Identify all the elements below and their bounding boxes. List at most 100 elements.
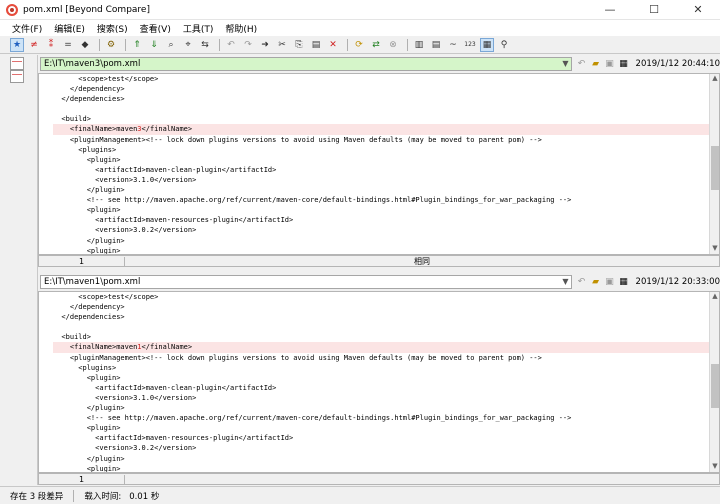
code-line[interactable]: [53, 322, 709, 332]
prev-diff-icon[interactable]: ⇓: [147, 38, 161, 52]
folder-icon[interactable]: ▰: [590, 276, 602, 288]
paste-icon[interactable]: ▤: [309, 38, 323, 52]
first-diff-icon[interactable]: ⇑: [130, 38, 144, 52]
code-line[interactable]: <!-- see http://maven.apache.org/ref/cur…: [53, 195, 709, 205]
bottom-editor[interactable]: <scope>test</scope> </dependency> </depe…: [38, 291, 720, 473]
menu-help[interactable]: 帮助(H): [225, 22, 257, 35]
code-line[interactable]: <pluginManagement><!-- lock down plugins…: [53, 135, 709, 145]
undo-icon[interactable]: ↶: [224, 38, 238, 52]
calendar-icon[interactable]: ▦: [618, 276, 630, 288]
code-line[interactable]: <plugin>: [53, 373, 709, 383]
close-button[interactable]: ✕: [676, 0, 720, 20]
code-line[interactable]: <artifactId>maven-clean-plugin</artifact…: [53, 383, 709, 393]
history-icon[interactable]: ↶: [576, 58, 588, 70]
code-line[interactable]: <artifactId>maven-resources-plugin</arti…: [53, 433, 709, 443]
show-same-icon[interactable]: ⁑: [44, 38, 58, 52]
binoculars-icon[interactable]: ⌕: [164, 38, 178, 52]
bottom-scroll-thumb[interactable]: [711, 364, 719, 408]
copy-icon[interactable]: ⎘: [292, 38, 306, 52]
top-vertical-scrollbar[interactable]: ▲ ▼: [709, 74, 719, 254]
over-under-icon[interactable]: ▤: [429, 38, 443, 52]
thumbnail-strip[interactable]: [0, 55, 38, 485]
folder-icon[interactable]: ▰: [590, 58, 602, 70]
code-line[interactable]: </plugin>: [53, 403, 709, 413]
menu-search[interactable]: 搜索(S): [97, 22, 128, 35]
line-numbers-icon[interactable]: 123: [463, 38, 477, 52]
code-line[interactable]: <version>3.1.0</version>: [53, 175, 709, 185]
code-line[interactable]: <plugin>: [53, 155, 709, 165]
history-icon[interactable]: ↶: [576, 276, 588, 288]
code-line[interactable]: </dependencies>: [53, 94, 709, 104]
top-editor[interactable]: <scope>test</scope> </dependency> </depe…: [38, 73, 720, 255]
code-line[interactable]: </plugin>: [53, 236, 709, 246]
scroll-up-icon[interactable]: ▲: [710, 74, 719, 84]
top-code-area[interactable]: <scope>test</scope> </dependency> </depe…: [53, 74, 709, 254]
cut-icon[interactable]: ✂: [275, 38, 289, 52]
top-path-field[interactable]: E:\IT\maven3\pom.xml ▼: [40, 57, 572, 71]
code-line[interactable]: <version>3.0.2</version>: [53, 443, 709, 453]
view-mode-icon[interactable]: ▦: [480, 37, 494, 52]
bottom-thumbnail[interactable]: [10, 70, 24, 83]
ignore-icon[interactable]: ◆: [78, 38, 92, 52]
rules-icon[interactable]: ⚙: [104, 38, 118, 52]
calendar-icon[interactable]: ▦: [618, 58, 630, 70]
code-line[interactable]: <plugins>: [53, 363, 709, 373]
code-line[interactable]: <version>3.1.0</version>: [53, 393, 709, 403]
menu-view[interactable]: 查看(V): [140, 22, 171, 35]
code-line[interactable]: <plugin>: [53, 246, 709, 254]
code-line[interactable]: </dependency>: [53, 84, 709, 94]
top-thumbnail[interactable]: [10, 57, 24, 70]
code-line[interactable]: <!-- see http://maven.apache.org/ref/cur…: [53, 413, 709, 423]
code-line[interactable]: <finalName>maven1</finalName>: [53, 342, 709, 353]
show-diffs-icon[interactable]: ≠: [27, 38, 41, 52]
delete-icon[interactable]: ✕: [326, 38, 340, 52]
context-icon[interactable]: =: [61, 38, 75, 52]
menu-edit[interactable]: 编辑(E): [54, 22, 85, 35]
code-line[interactable]: <plugin>: [53, 464, 709, 472]
code-line[interactable]: <plugin>: [53, 205, 709, 215]
maximize-button[interactable]: ☐: [632, 0, 676, 20]
find-next-icon[interactable]: ⌖: [181, 38, 195, 52]
minimize-button[interactable]: —: [588, 0, 632, 20]
code-line[interactable]: <pluginManagement><!-- lock down plugins…: [53, 353, 709, 363]
scroll-down-icon[interactable]: ▼: [710, 462, 719, 472]
code-line[interactable]: <plugins>: [53, 145, 709, 155]
chevron-down-icon[interactable]: ▼: [562, 59, 568, 68]
side-by-side-icon[interactable]: ▥: [412, 38, 426, 52]
show-all-icon[interactable]: ★: [10, 37, 24, 52]
code-line[interactable]: </dependencies>: [53, 312, 709, 322]
scroll-up-icon[interactable]: ▲: [710, 292, 719, 302]
copy-to-right-icon[interactable]: ➜: [258, 38, 272, 52]
scroll-down-icon[interactable]: ▼: [710, 244, 719, 254]
code-line[interactable]: <plugin>: [53, 423, 709, 433]
code-line[interactable]: <version>3.0.2</version>: [53, 225, 709, 235]
code-line[interactable]: <build>: [53, 332, 709, 342]
bottom-code-area[interactable]: <scope>test</scope> </dependency> </depe…: [53, 292, 709, 472]
code-line[interactable]: [53, 104, 709, 114]
refresh-icon[interactable]: ⟳: [352, 38, 366, 52]
redo-icon[interactable]: ↷: [241, 38, 255, 52]
code-line[interactable]: </dependency>: [53, 302, 709, 312]
top-line-number: 1: [39, 256, 125, 266]
bottom-path-field[interactable]: E:\IT\maven1\pom.xml ▼: [40, 275, 572, 289]
code-line[interactable]: <artifactId>maven-resources-plugin</arti…: [53, 215, 709, 225]
wrap-icon[interactable]: ~: [446, 38, 460, 52]
code-line[interactable]: <finalName>maven3</finalName>: [53, 124, 709, 135]
code-line[interactable]: <artifactId>maven-clean-plugin</artifact…: [53, 165, 709, 175]
code-line[interactable]: <build>: [53, 114, 709, 124]
swap-icon[interactable]: ⇆: [198, 38, 212, 52]
bottom-vertical-scrollbar[interactable]: ▲ ▼: [709, 292, 719, 472]
code-line[interactable]: <scope>test</scope>: [53, 74, 709, 84]
zoom-icon[interactable]: ⚲: [497, 38, 511, 52]
save-icon[interactable]: ▣: [604, 58, 616, 70]
menu-tools[interactable]: 工具(T): [183, 22, 214, 35]
chevron-down-icon[interactable]: ▼: [562, 277, 568, 286]
swap-sides-icon[interactable]: ⇄: [369, 38, 383, 52]
stop-icon[interactable]: ⊗: [386, 38, 400, 52]
top-scroll-thumb[interactable]: [711, 146, 719, 190]
code-line[interactable]: </plugin>: [53, 185, 709, 195]
code-line[interactable]: <scope>test</scope>: [53, 292, 709, 302]
save-icon[interactable]: ▣: [604, 276, 616, 288]
menu-file[interactable]: 文件(F): [12, 22, 42, 35]
code-line[interactable]: </plugin>: [53, 454, 709, 464]
